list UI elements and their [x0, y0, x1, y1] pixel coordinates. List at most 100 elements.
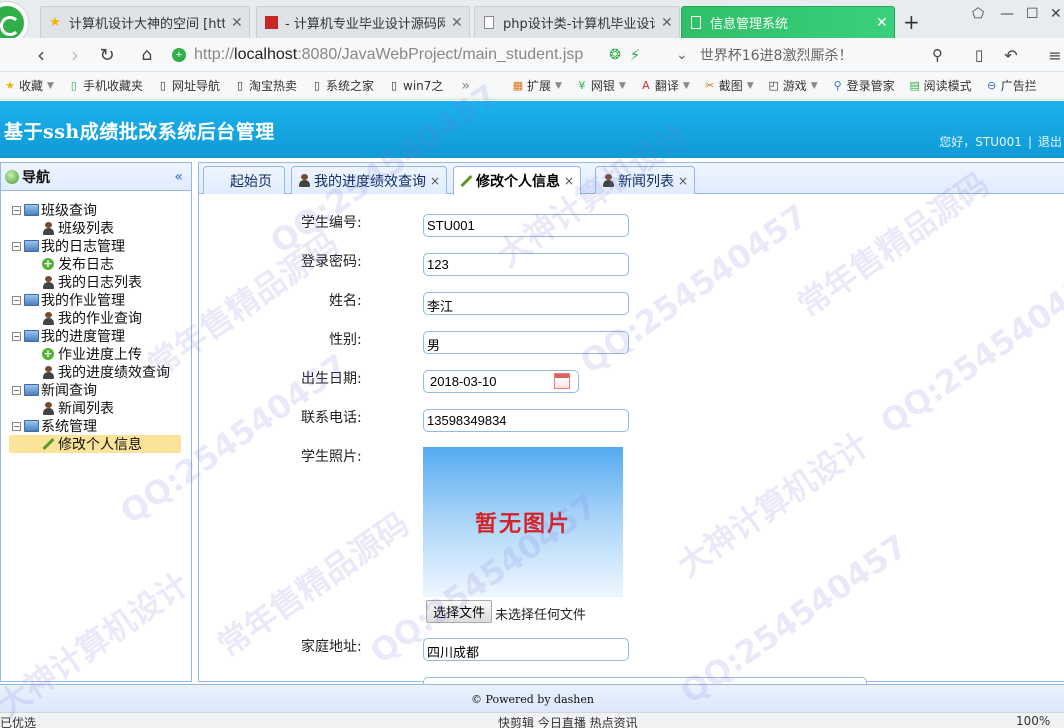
tab-home[interactable]: 起始页: [203, 166, 285, 194]
toolbar-label: 扩展: [526, 79, 551, 93]
globe-icon: [5, 169, 19, 184]
minimize-icon[interactable]: —: [1000, 6, 1014, 22]
nav-group-news[interactable]: − 新闻查询: [1, 381, 191, 399]
close-icon[interactable]: ✕: [231, 15, 243, 31]
nav-item-homework-query[interactable]: 我的作业查询: [1, 309, 191, 327]
toolbar-extensions[interactable]: ▦ 扩展 ▼: [512, 77, 562, 94]
gender-field[interactable]: 男: [423, 331, 629, 354]
bookmark-item[interactable]: ▯ 手机收藏夹: [68, 77, 143, 94]
nav-group-progress[interactable]: − 我的进度管理: [1, 327, 191, 345]
collapse-toggle-icon[interactable]: −: [12, 331, 21, 341]
window-close-icon[interactable]: ✕: [1050, 6, 1062, 22]
chevron-down-icon: ▼: [618, 80, 626, 91]
skin-icon[interactable]: ⬠: [972, 6, 984, 22]
address-field[interactable]: 四川成都: [423, 638, 629, 661]
close-icon[interactable]: ×: [564, 174, 574, 188]
browser-tab-1[interactable]: ★ 计算机设计大神的空间 [http: ✕: [40, 6, 250, 38]
nav-tree: − 班级查询 班级列表 − 我的日志管理 + 发布日志 我的日志列表 − 我的作业管理 …: [1, 191, 191, 453]
nav-group-log[interactable]: − 我的日志管理: [1, 237, 191, 255]
toolbar-bank[interactable]: ¥ 网银 ▼: [576, 77, 626, 94]
calendar-icon[interactable]: [554, 373, 570, 389]
bookmark-item[interactable]: ▯ 淘宝热卖: [234, 77, 297, 94]
zoom-level[interactable]: 100%: [1016, 714, 1050, 728]
nav-item-news-list[interactable]: 新闻列表: [1, 399, 191, 417]
tab-edit-profile[interactable]: 修改个人信息 ×: [453, 166, 582, 195]
page-icon: [688, 15, 704, 31]
search-input[interactable]: ⌄ 世界杯16进8激烈厮杀！: [676, 42, 956, 68]
close-icon[interactable]: ×: [678, 174, 688, 188]
close-icon[interactable]: ✕: [451, 15, 463, 31]
nav-item-edit-profile[interactable]: 修改个人信息: [9, 435, 181, 453]
close-icon[interactable]: ✕: [876, 15, 888, 31]
toolbar-login-manager[interactable]: ⚲ 登录管家: [832, 77, 895, 94]
browser-tab-3[interactable]: php设计类-计算机毕业设计 ✕: [474, 6, 680, 38]
speed-mode-icon[interactable]: ⚡: [622, 42, 648, 68]
collapse-toggle-icon[interactable]: −: [12, 385, 21, 395]
choose-file-button[interactable]: 选择文件: [426, 600, 493, 623]
phone-icon: ▯: [70, 79, 77, 92]
toolbar-games[interactable]: ◰ 游戏 ▼: [768, 77, 818, 94]
scissors-icon: ✂: [705, 79, 715, 92]
url-prefix: http://: [194, 46, 235, 63]
student-no-field[interactable]: STU001: [423, 214, 629, 237]
url-input[interactable]: + http://localhost:8080/JavaWebProject/m…: [172, 42, 672, 68]
toolbar-adblock[interactable]: ⊖ 广告拦: [986, 77, 1037, 94]
birth-label: 出生日期:: [301, 371, 362, 387]
home-icon[interactable]: ⌂: [134, 42, 160, 68]
phone-icon[interactable]: ▯: [966, 42, 992, 68]
toolbar-translate[interactable]: A 翻译 ▼: [640, 77, 690, 94]
tab-news-list[interactable]: 新闻列表 ×: [595, 166, 696, 194]
collapse-toggle-icon[interactable]: −: [12, 205, 21, 215]
chevron-down-icon: ▼: [746, 80, 754, 91]
nav-panel: 导航 « − 班级查询 班级列表 − 我的日志管理 + 发布日志 我的日志列表 − 我的…: [0, 162, 192, 682]
nav-item-class-list[interactable]: 班级列表: [1, 219, 191, 237]
reload-icon[interactable]: ↻: [94, 42, 120, 68]
user-icon: [41, 221, 55, 235]
logout-link[interactable]: 退出: [1038, 135, 1062, 149]
birth-date-field[interactable]: 2018-03-10: [423, 370, 579, 393]
maximize-icon[interactable]: ☐: [1026, 6, 1039, 22]
bookmark-favorites[interactable]: ★ 收藏 ▼: [4, 77, 54, 94]
footer: © Powered by dashen: [0, 684, 1064, 712]
collapse-icon[interactable]: «: [174, 169, 183, 185]
search-icon[interactable]: ⚲: [932, 46, 943, 64]
phone-field[interactable]: 13598349834: [423, 409, 629, 432]
nav-item-log-list[interactable]: 我的日志列表: [1, 273, 191, 291]
tab-progress-query[interactable]: 我的进度绩效查询 ×: [291, 166, 448, 194]
menu-icon[interactable]: ≡: [1042, 42, 1064, 68]
footer-text: © Powered by dashen: [471, 693, 594, 706]
password-field[interactable]: 123: [423, 253, 629, 276]
name-field[interactable]: 李江: [423, 292, 629, 315]
collapse-toggle-icon[interactable]: −: [12, 421, 21, 431]
undo-icon[interactable]: ↶: [998, 42, 1024, 68]
nav-group-label: 系统管理: [41, 419, 97, 435]
browser-tab-active[interactable]: 信息管理系统 ✕: [681, 6, 895, 38]
star-icon: ★: [49, 15, 61, 30]
bookmark-item[interactable]: ▯ 网址导航: [157, 77, 220, 94]
new-tab-icon[interactable]: +: [903, 10, 920, 34]
collapse-toggle-icon[interactable]: −: [12, 241, 21, 251]
pencil-icon: [460, 175, 472, 187]
nav-group-class[interactable]: − 班级查询: [1, 201, 191, 219]
nav-group-homework[interactable]: − 我的作业管理: [1, 291, 191, 309]
more-bookmarks-icon[interactable]: »: [461, 78, 470, 94]
status-news[interactable]: 快剪辑 今日直播 热点资讯: [498, 714, 638, 728]
nav-group-system[interactable]: − 系统管理: [1, 417, 191, 435]
toolbar-reader[interactable]: ▤ 阅读模式: [909, 77, 971, 94]
collapse-toggle-icon[interactable]: −: [12, 295, 21, 305]
bookmark-item[interactable]: ▯ win7之: [388, 77, 443, 94]
toolbar-screenshot[interactable]: ✂ 截图 ▼: [704, 77, 754, 94]
nav-item-publish-log[interactable]: + 发布日志: [1, 255, 191, 273]
tab-label: 新闻列表: [618, 173, 674, 190]
close-icon[interactable]: ×: [430, 174, 440, 188]
nav-item-progress-query[interactable]: 我的进度绩效查询: [1, 363, 191, 381]
bookmark-item[interactable]: ▯ 系统之家: [311, 77, 374, 94]
forward-icon[interactable]: ›: [62, 42, 88, 68]
app-header: 基于ssh成绩批改系统后台管理 您好，STU001 | 退出: [0, 101, 1064, 158]
browser-tab-2[interactable]: - 计算机专业毕业设计源码网 ✕: [256, 6, 470, 38]
bookmark-label: 收藏: [19, 79, 44, 93]
file-status: 未选择任何文件: [495, 608, 587, 623]
back-icon[interactable]: ‹: [28, 42, 54, 68]
close-icon[interactable]: ✕: [661, 15, 673, 31]
nav-item-progress-upload[interactable]: + 作业进度上传: [1, 345, 191, 363]
